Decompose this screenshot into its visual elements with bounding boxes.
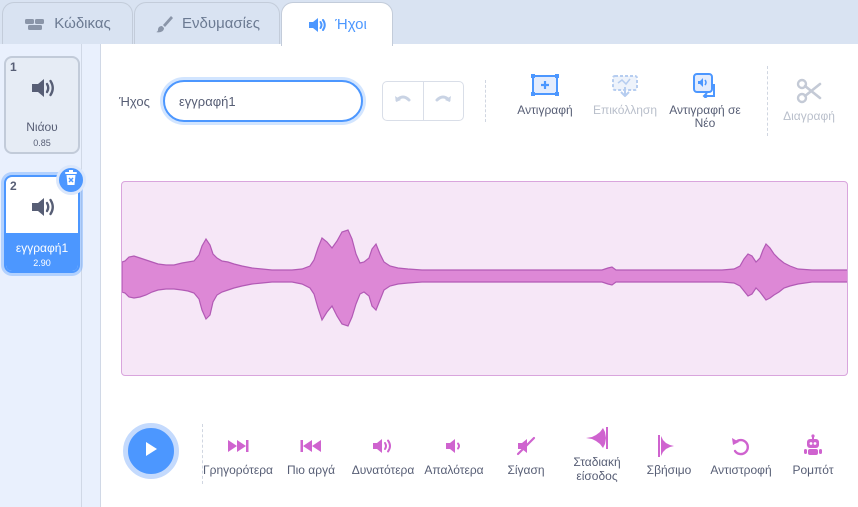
tab-costumes-label: Ενδυμασίες xyxy=(182,15,260,32)
sound-tile-1[interactable]: 1 Νιάου 0.85 xyxy=(4,56,80,154)
redo-button[interactable] xyxy=(422,82,464,120)
effect-robot-button[interactable]: Ρομπότ xyxy=(780,433,846,477)
paste-label: Επικόλληση xyxy=(592,103,657,117)
paintbrush-icon xyxy=(154,14,174,34)
tab-sounds[interactable]: Ήχοι xyxy=(281,2,393,46)
effect-mute-button[interactable]: Σίγαση xyxy=(493,434,559,477)
copy-button[interactable]: Αντιγραφή xyxy=(511,72,579,117)
waveform-shape xyxy=(122,229,847,327)
play-icon xyxy=(143,440,159,463)
sound-list: 1 Νιάου 0.85 2 εγγραφή1 2.90 xyxy=(0,44,86,507)
undo-redo-group xyxy=(382,81,464,121)
copy-to-new-icon xyxy=(692,72,718,101)
effect-louder-button[interactable]: Δυνατότερα xyxy=(347,434,419,477)
sound-number: 1 xyxy=(10,60,17,74)
fade-in-icon xyxy=(584,426,610,453)
speaker-icon xyxy=(307,16,327,34)
fade-out-icon xyxy=(656,434,682,461)
delete-sound-button[interactable] xyxy=(56,165,86,195)
sound-name-label: Ήχος xyxy=(119,94,150,109)
sound-number: 2 xyxy=(10,179,17,193)
sound-name: Νιάου xyxy=(26,120,58,134)
effect-faster-button[interactable]: Γρηγορότερα xyxy=(199,434,277,477)
sound-editor: Ήχος Αντιγραφή Επικόλληση Αντιγραφή σε xyxy=(100,44,858,507)
effect-fade-out-label: Σβήσιμο xyxy=(646,463,692,477)
effect-slower-label: Πιο αργά xyxy=(286,463,336,477)
waveform-graph xyxy=(122,229,847,327)
tab-code-label: Κώδικας xyxy=(54,15,111,32)
sound-tile-2[interactable]: 2 εγγραφή1 2.90 xyxy=(4,165,86,273)
copy-label: Αντιγραφή xyxy=(517,103,573,117)
softer-icon xyxy=(442,437,466,458)
copy-to-new-label: Αντιγραφή σε Νέο xyxy=(669,103,741,130)
redo-icon xyxy=(434,94,452,109)
speaker-icon xyxy=(30,76,58,105)
scissors-icon xyxy=(796,78,822,107)
tab-code[interactable]: Κώδικας xyxy=(2,2,133,44)
effect-softer-label: Απαλότερα xyxy=(424,463,484,477)
effect-reverse-label: Αντιστροφή xyxy=(710,463,772,477)
robot-icon xyxy=(802,433,824,461)
tab-sounds-label: Ήχοι xyxy=(335,16,367,33)
effect-slower-button[interactable]: Πιο αργά xyxy=(277,434,345,477)
effect-faster-label: Γρηγορότερα xyxy=(203,463,273,477)
sound-duration: 0.85 xyxy=(33,138,51,148)
faster-icon xyxy=(226,438,250,457)
effect-softer-button[interactable]: Απαλότερα xyxy=(419,434,489,477)
effect-louder-label: Δυνατότερα xyxy=(351,463,415,477)
effect-mute-label: Σίγαση xyxy=(507,463,545,477)
toolbar-divider xyxy=(485,80,486,122)
undo-button[interactable] xyxy=(383,82,423,120)
editor-tabs: Κώδικας Ενδυμασίες Ήχοι xyxy=(0,0,858,46)
tab-costumes[interactable]: Ενδυμασίες xyxy=(134,2,280,44)
speaker-icon xyxy=(30,195,58,224)
effect-fade-in-label: Σταδιακή είσοδος xyxy=(573,455,621,483)
delete-selection-button[interactable]: Διαγραφή xyxy=(777,78,841,123)
copy-to-new-button[interactable]: Αντιγραφή σε Νέο xyxy=(663,72,747,130)
waveform-area[interactable] xyxy=(121,181,848,376)
sound-duration: 2.90 xyxy=(33,258,51,268)
slower-icon xyxy=(299,438,323,457)
copy-icon xyxy=(530,73,560,100)
reverse-icon xyxy=(730,436,752,459)
sound-name: εγγραφή1 xyxy=(15,241,69,255)
mute-icon xyxy=(515,436,537,459)
sound-name-input[interactable] xyxy=(163,80,363,122)
play-button[interactable] xyxy=(123,423,179,479)
effect-fade-in-button[interactable]: Σταδιακή είσοδος xyxy=(561,426,633,483)
effect-robot-label: Ρομπότ xyxy=(792,463,834,477)
trash-icon xyxy=(64,169,78,191)
paste-button[interactable]: Επικόλληση xyxy=(589,72,661,117)
toolbar-divider xyxy=(767,66,768,136)
louder-icon xyxy=(371,437,395,458)
code-icon xyxy=(24,16,46,32)
effect-fade-out-button[interactable]: Σβήσιμο xyxy=(635,434,703,477)
undo-icon xyxy=(394,94,412,109)
paste-icon xyxy=(610,73,640,100)
effect-reverse-button[interactable]: Αντιστροφή xyxy=(704,434,778,477)
delete-label: Διαγραφή xyxy=(783,109,835,123)
